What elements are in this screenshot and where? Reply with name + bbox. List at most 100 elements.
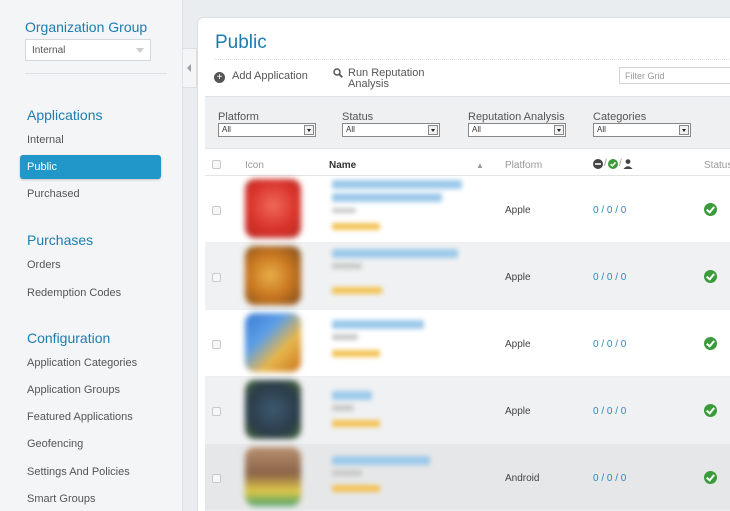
- app-icon: [245, 380, 301, 439]
- status-filter-value: All: [346, 125, 355, 134]
- app-name-link[interactable]: [332, 320, 424, 329]
- section-title-configuration: Configuration: [27, 330, 111, 346]
- column-header-platform[interactable]: Platform: [505, 160, 542, 171]
- dropdown-arrow-icon: [679, 125, 689, 135]
- platform-filter: Platform All: [218, 111, 316, 137]
- table-row[interactable]: Apple 0 / 0 / 0: [205, 176, 730, 243]
- reputation-counts-link[interactable]: 0 / 0 / 0: [593, 339, 626, 350]
- app-rating: [332, 350, 380, 357]
- app-name-link[interactable]: [332, 249, 458, 258]
- app-icon: [245, 179, 301, 238]
- sort-up-icon[interactable]: ▲: [476, 161, 484, 170]
- table-row[interactable]: Apple 0 / 0 / 0: [205, 310, 730, 377]
- reputation-filter-value: All: [472, 125, 481, 134]
- platform-filter-select[interactable]: All: [218, 123, 316, 137]
- reputation-filter: Reputation Analysis All: [468, 111, 566, 137]
- row-checkbox[interactable]: [212, 273, 221, 282]
- app-name-link[interactable]: [332, 456, 430, 465]
- sidebar: Organization Group Internal Applications…: [0, 0, 183, 511]
- add-application-label: Add Application: [232, 70, 308, 82]
- plus-circle-icon: +: [214, 72, 225, 83]
- chevron-down-icon: [136, 48, 144, 53]
- sidebar-item-purchased[interactable]: Purchased: [27, 188, 80, 200]
- app-version: [332, 470, 362, 476]
- org-group-select[interactable]: Internal: [25, 39, 151, 61]
- row-checkbox[interactable]: [212, 474, 221, 483]
- app-rating: [332, 485, 380, 492]
- sidebar-item-application-categories[interactable]: Application Categories: [27, 357, 137, 369]
- column-header-reputation[interactable]: [593, 158, 633, 173]
- status-filter-select[interactable]: All: [342, 123, 440, 137]
- collapse-sidebar-button[interactable]: [183, 48, 197, 88]
- page-title: Public: [215, 32, 267, 53]
- check-circle-icon: [704, 404, 717, 417]
- app-version: [332, 405, 354, 411]
- check-circle-icon: [704, 337, 717, 350]
- app-name-link[interactable]: [332, 180, 462, 189]
- search-icon: [333, 68, 343, 78]
- sidebar-item-geofencing[interactable]: Geofencing: [27, 438, 83, 450]
- column-header-icon: Icon: [245, 160, 264, 171]
- check-circle-icon: [608, 159, 618, 169]
- app-icon: [245, 313, 301, 372]
- platform-cell: Apple: [505, 339, 531, 350]
- row-checkbox[interactable]: [212, 206, 221, 215]
- reputation-separator-2: /: [619, 158, 622, 169]
- status-filter-label: Status: [342, 111, 374, 123]
- categories-filter-select[interactable]: All: [593, 123, 691, 137]
- reputation-counts-link[interactable]: 0 / 0 / 0: [593, 473, 626, 484]
- section-title-purchases: Purchases: [27, 232, 94, 248]
- check-circle-icon: [704, 471, 717, 484]
- categories-filter-value: All: [597, 125, 606, 134]
- status-filter: Status All: [342, 111, 440, 137]
- reputation-counts-link[interactable]: 0 / 0 / 0: [593, 406, 626, 417]
- app-name-link[interactable]: [332, 391, 372, 400]
- select-all-checkbox[interactable]: [212, 160, 221, 169]
- app-icon: [245, 246, 301, 305]
- platform-cell: Android: [505, 473, 540, 484]
- reputation-counts-link[interactable]: 0 / 0 / 0: [593, 272, 626, 283]
- app-rating: [332, 287, 382, 294]
- platform-filter-label: Platform: [218, 111, 259, 123]
- sidebar-item-application-groups[interactable]: Application Groups: [27, 384, 120, 396]
- reputation-filter-select[interactable]: All: [468, 123, 566, 137]
- run-reputation-analysis-button[interactable]: Run Reputation Analysis: [333, 68, 458, 90]
- filter-bar: Platform All Status All Reputation Analy…: [205, 96, 730, 149]
- categories-filter-label: Categories: [593, 111, 647, 123]
- filter-grid-input[interactable]: Filter Grid: [619, 67, 730, 84]
- column-header-status[interactable]: Status: [704, 160, 730, 171]
- sidebar-item-smart-groups[interactable]: Smart Groups: [27, 493, 95, 505]
- sidebar-item-settings-and-policies[interactable]: Settings And Policies: [27, 466, 130, 478]
- app-rating: [332, 420, 380, 427]
- dropdown-arrow-icon: [554, 125, 564, 135]
- table-row[interactable]: Apple 0 / 0 / 0: [205, 243, 730, 310]
- dropdown-arrow-icon: [428, 125, 438, 135]
- app-rating: [332, 223, 380, 230]
- title-divider: [215, 59, 730, 60]
- check-circle-icon: [704, 270, 717, 283]
- org-group-value: Internal: [32, 45, 66, 56]
- table-row[interactable]: Apple 0 / 0 / 0: [205, 377, 730, 444]
- dropdown-arrow-icon: [304, 125, 314, 135]
- add-application-button[interactable]: + Add Application: [214, 70, 308, 83]
- sidebar-item-public[interactable]: Public: [20, 155, 161, 179]
- sidebar-item-orders[interactable]: Orders: [27, 259, 61, 271]
- run-reputation-analysis-label: Run Reputation Analysis: [348, 67, 425, 90]
- table-row[interactable]: Android 0 / 0 / 0: [205, 444, 730, 511]
- table-header: Icon Name ▲ Platform / / Status: [205, 154, 730, 176]
- platform-cell: Apple: [505, 272, 531, 283]
- reputation-separator-1: /: [604, 158, 607, 169]
- org-group-title: Organization Group: [25, 19, 148, 35]
- platform-filter-value: All: [222, 125, 231, 134]
- sidebar-item-internal[interactable]: Internal: [27, 134, 64, 146]
- sidebar-divider: [25, 73, 167, 74]
- row-checkbox[interactable]: [212, 407, 221, 416]
- app-name-line: [332, 193, 442, 202]
- sidebar-item-featured-applications[interactable]: Featured Applications: [27, 411, 133, 423]
- sidebar-item-redemption-codes[interactable]: Redemption Codes: [27, 287, 121, 299]
- app-version: [332, 334, 358, 340]
- row-checkbox[interactable]: [212, 340, 221, 349]
- reputation-counts-link[interactable]: 0 / 0 / 0: [593, 205, 626, 216]
- column-header-name[interactable]: Name: [329, 160, 356, 171]
- reputation-filter-label: Reputation Analysis: [468, 111, 565, 123]
